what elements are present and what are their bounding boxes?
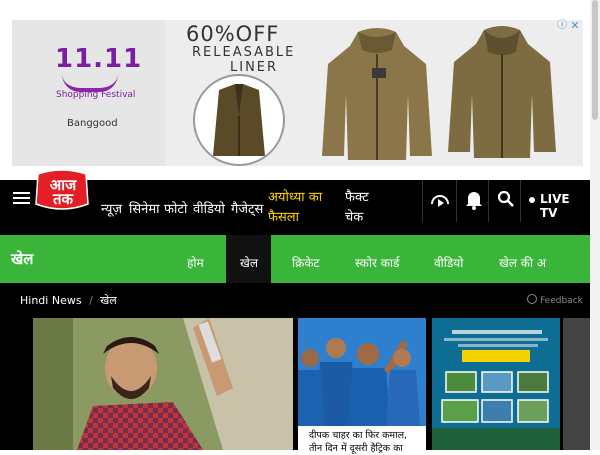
breadcrumb-separator: / [89, 294, 93, 307]
tab-video[interactable]: वीडियो [434, 254, 463, 271]
breadcrumb-current: खेल [100, 294, 117, 307]
ad-jacket-image-1 [322, 28, 432, 160]
story-card-caption: दीपक चाहर का फिर कमाल, तीन दिन में दूसरी… [309, 430, 408, 454]
ad-card-image [432, 318, 560, 450]
ad-headline: 60%OFF [186, 22, 280, 46]
ad-subline-1: RELEASABLE [192, 45, 296, 60]
featured-story-card[interactable] [33, 318, 293, 450]
ad-promo-number: 11.11 [55, 44, 143, 74]
tab-sports[interactable]: खेल [240, 254, 258, 271]
hamburger-menu-icon[interactable] [13, 192, 30, 205]
podcast-icon [431, 195, 449, 207]
live-dot-icon [529, 197, 535, 203]
nav-item-cinema[interactable]: सिनेमा [129, 199, 160, 217]
nav-item-fact-check[interactable]: फैक्ट चेक [345, 188, 390, 228]
search-icon [497, 190, 514, 207]
tab-home[interactable]: होम [187, 254, 204, 271]
search-button[interactable] [488, 180, 521, 222]
ad-info-icon[interactable]: ⓘ [556, 19, 568, 33]
bell-icon [466, 192, 482, 210]
feedback-link[interactable]: Feedback [527, 294, 583, 306]
tab-sports-more[interactable]: खेल की अ [499, 254, 546, 271]
ad-card-statue-of-unity[interactable] [432, 318, 560, 450]
notification-button[interactable] [456, 180, 489, 222]
ad-close-icon[interactable]: ✕ [568, 19, 582, 33]
live-tv-label: LIVE TV [540, 192, 570, 220]
section-title: खेल [11, 250, 34, 268]
scrollbar-thumb[interactable] [592, 0, 598, 120]
nav-item-video[interactable]: वीडियो [193, 199, 225, 217]
tab-cricket[interactable]: क्रिकेट [292, 254, 320, 271]
story-card-caption-box[interactable]: दीपक चाहर का फिर कमाल, तीन दिन में दूसरी… [298, 426, 426, 454]
logo-text: आज तक [49, 176, 77, 208]
featured-story-image [33, 318, 293, 450]
ad-subline-2: LINER [230, 60, 279, 75]
ad-promo-title: Shopping Festival [56, 90, 136, 100]
breadcrumb-home-link[interactable]: Hindi News [20, 294, 82, 307]
tab-scorecard[interactable]: स्कोर कार्ड [355, 254, 399, 271]
live-tv-button[interactable]: LIVE TV [520, 180, 591, 222]
ad-jacket-image-2 [448, 26, 556, 158]
aajtak-logo[interactable]: आज तक [32, 169, 92, 214]
ad-promo-brand: Banggood [67, 118, 118, 129]
nav-item-ayodhya-verdict[interactable]: अयोध्या का फैसला [268, 188, 348, 228]
feedback-label: Feedback [540, 296, 583, 306]
story-card-image [298, 318, 426, 426]
podcast-button[interactable] [422, 180, 457, 222]
nav-item-gadgets[interactable]: गैजेट्स [231, 199, 263, 217]
story-card-partial[interactable] [563, 318, 590, 450]
breadcrumb: Hindi News / खेल [20, 293, 117, 308]
feedback-icon [527, 294, 537, 304]
nav-item-news[interactable]: न्यूज़ [101, 199, 122, 217]
nav-item-photo[interactable]: फोटो [164, 199, 187, 217]
ad-liner-image [193, 74, 285, 166]
